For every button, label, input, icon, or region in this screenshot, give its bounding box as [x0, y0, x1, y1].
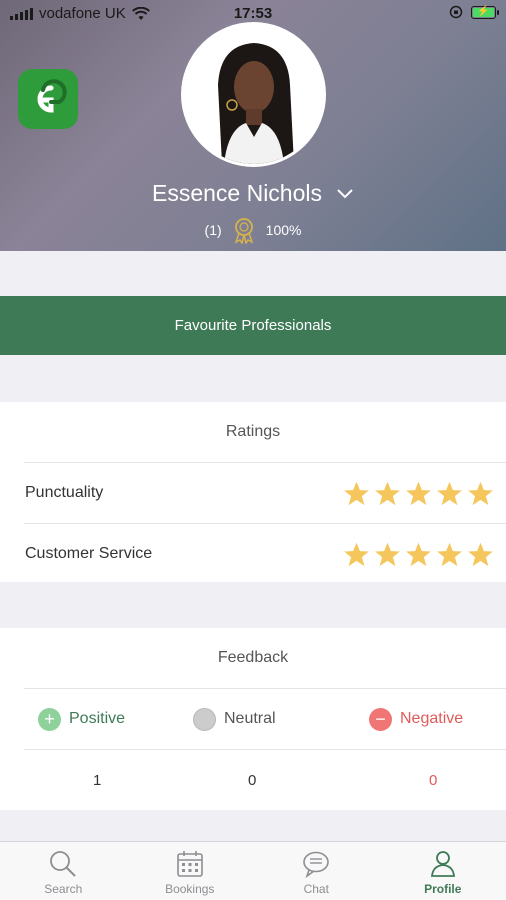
feedback-counts-row: 1 0 0 [0, 750, 506, 810]
star-rating [343, 541, 494, 568]
tab-profile[interactable]: Profile [380, 842, 506, 900]
avatar-image [184, 25, 323, 164]
score-row: (1) 100% [0, 216, 506, 244]
rating-label: Punctuality [25, 484, 104, 501]
negative-count: 0 [429, 772, 438, 789]
ratings-card: Ratings Punctuality Customer Service [0, 402, 506, 582]
positive-count: 1 [93, 772, 102, 789]
tab-search[interactable]: Search [0, 842, 127, 900]
star-icon [375, 542, 400, 566]
star-icon [344, 542, 369, 566]
avatar[interactable] [181, 22, 326, 167]
score-percent: 100% [265, 222, 302, 238]
rating-label: Customer Service [25, 545, 153, 562]
app-logo [18, 69, 78, 129]
feedback-title: Feedback [217, 649, 289, 666]
tab-chat[interactable]: Chat [253, 842, 380, 900]
ratings-title: Ratings [225, 423, 281, 440]
star-icon [375, 481, 400, 505]
star-rating [343, 480, 494, 507]
feedback-labels-row: + Positive Neutral − Negative [0, 689, 506, 749]
positive-label: Positive [69, 710, 126, 727]
star-icon [468, 481, 493, 505]
profile-icon [430, 851, 455, 877]
negative-label: Negative [400, 710, 464, 727]
tab-label: Search [44, 882, 83, 896]
profile-header: vodafone UK 17:53 ⚡ Essence Nichols (1) … [0, 0, 506, 251]
star-icon [468, 542, 493, 566]
star-icon [344, 481, 369, 505]
profile-name: Essence Nichols [151, 180, 323, 206]
orientation-lock-icon [449, 5, 463, 19]
neutral-label: Neutral [224, 710, 276, 727]
plus-circle-icon: + [38, 707, 61, 731]
search-icon [50, 851, 76, 877]
tab-bookings[interactable]: Bookings [127, 842, 254, 900]
star-icon [437, 542, 462, 566]
status-time: 17:53 [233, 5, 273, 22]
chat-icon [303, 851, 330, 879]
feedback-neutral: Neutral [193, 707, 276, 731]
favourite-professionals-button[interactable]: Favourite Professionals [0, 296, 506, 355]
minus-circle-icon: − [369, 707, 392, 731]
tab-label: Bookings [165, 882, 215, 896]
review-count: (1) [204, 222, 222, 238]
feedback-positive: + Positive [38, 707, 126, 731]
name-row[interactable]: Essence Nichols [0, 180, 506, 207]
star-icon [406, 481, 431, 505]
battery-icon: ⚡ [471, 5, 499, 19]
star-icon [437, 481, 462, 505]
logo-mark [37, 79, 67, 113]
award-badge-icon [234, 218, 253, 244]
tab-label: Profile [424, 882, 462, 896]
status-right: ⚡ [449, 5, 499, 19]
neutral-count: 0 [248, 772, 257, 789]
rating-row-punctuality: Punctuality [0, 463, 506, 523]
neutral-circle-icon [193, 707, 216, 731]
calendar-icon [176, 851, 203, 877]
feedback-negative: − Negative [369, 707, 464, 731]
feedback-card: Feedback + Positive Neutral − Negative 1… [0, 628, 506, 810]
star-icon [406, 542, 431, 566]
tab-bar: Search Bookings Chat Profile [0, 841, 506, 900]
tab-label: Chat [303, 882, 329, 896]
chevron-down-icon[interactable] [336, 188, 354, 200]
rating-row-customer-service: Customer Service [0, 524, 506, 584]
